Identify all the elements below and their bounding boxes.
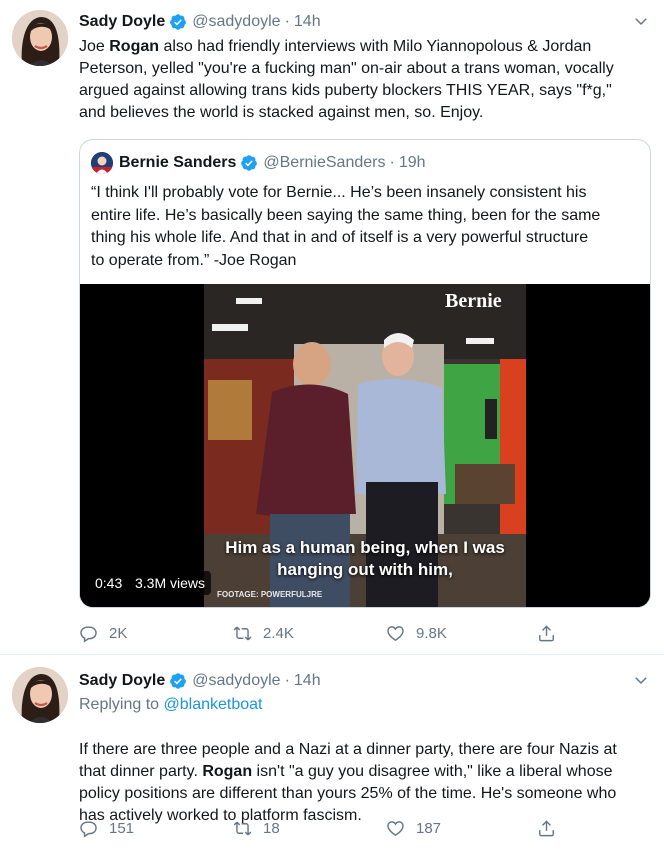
share-button[interactable]	[537, 819, 567, 838]
username[interactable]: @BernieSanders	[263, 154, 385, 172]
tweet[interactable]: Sady Doyle @sadydoyle · 14h Joe Rogan al…	[0, 0, 664, 655]
retweet-icon	[233, 624, 252, 643]
username[interactable]: @sadydoyle	[192, 672, 280, 690]
like-icon	[386, 624, 405, 643]
quoted-tweet-text: “I think I'll probably vote for Bernie..…	[91, 184, 601, 269]
chevron-down-icon[interactable]	[632, 671, 650, 689]
reply-icon	[79, 819, 98, 838]
like-button[interactable]: 187	[386, 819, 441, 838]
share-icon	[537, 624, 556, 643]
tweet-header: Sady Doyle @sadydoyle · 14h	[79, 11, 321, 33]
separator-dot: ·	[389, 154, 395, 171]
video-player[interactable]: Bernie Him as a human being, when I was …	[80, 284, 650, 607]
retweet-button[interactable]: 18	[233, 819, 280, 838]
retweet-button[interactable]: 2.4K	[233, 624, 294, 643]
verified-badge-icon	[169, 672, 187, 690]
tweet-text: Joe Rogan also had friendly interviews w…	[79, 38, 614, 121]
video-duration-badge: 0:43	[89, 571, 129, 595]
tweet-actions: 151 18 187	[79, 819, 559, 839]
quoted-tweet-header: Bernie Sanders @BernieSanders · 19h	[91, 152, 426, 174]
display-name[interactable]: Sady Doyle	[79, 672, 165, 690]
tweet-header: Sady Doyle @sadydoyle · 14h	[79, 670, 321, 692]
like-button[interactable]: 9.8K	[386, 624, 447, 643]
avatar[interactable]	[12, 667, 68, 723]
verified-badge-icon	[240, 154, 258, 172]
reply-button[interactable]: 151	[79, 819, 134, 838]
chevron-down-icon[interactable]	[632, 12, 650, 30]
avatar[interactable]	[91, 152, 113, 174]
footage-credit: FOOTAGE: POWERFULJRE	[217, 590, 323, 599]
highlighted-term: Rogan	[202, 763, 253, 780]
replying-to: Replying to @blanketboat	[79, 696, 263, 713]
mention-link[interactable]: @blanketboat	[164, 696, 263, 713]
verified-badge-icon	[169, 13, 187, 31]
timestamp[interactable]: 14h	[294, 672, 321, 690]
display-name[interactable]: Bernie Sanders	[119, 154, 236, 172]
share-icon	[537, 819, 556, 838]
avatar[interactable]	[12, 10, 68, 66]
video-caption-line: hanging out with him,	[277, 560, 453, 579]
reply-icon	[79, 624, 98, 643]
display-name[interactable]: Sady Doyle	[79, 13, 165, 31]
like-count: 187	[416, 820, 442, 837]
reply-button[interactable]: 2K	[79, 624, 127, 643]
retweet-count: 2.4K	[263, 625, 294, 642]
username[interactable]: @sadydoyle	[192, 13, 280, 31]
retweet-count: 18	[263, 820, 280, 837]
separator-dot: ·	[284, 13, 290, 30]
like-count: 9.8K	[416, 625, 447, 642]
reply-count: 151	[109, 820, 135, 837]
video-caption-line: Him as a human being, when I was	[225, 538, 505, 557]
separator-dot: ·	[284, 672, 290, 689]
share-button[interactable]	[537, 624, 567, 643]
tweet[interactable]: Sady Doyle @sadydoyle · 14h Replying to …	[0, 655, 664, 851]
highlighted-term: Rogan	[109, 38, 160, 55]
tweet-actions: 2K 2.4K 9.8K	[79, 624, 559, 644]
quoted-tweet[interactable]: Bernie Sanders @BernieSanders · 19h “I t…	[79, 139, 651, 608]
retweet-icon	[233, 819, 252, 838]
tweet-text: If there are three people and a Nazi at …	[79, 741, 617, 824]
timestamp[interactable]: 14h	[294, 13, 321, 31]
reply-count: 2K	[109, 625, 128, 642]
timestamp[interactable]: 19h	[399, 154, 426, 172]
bernie-logo: Bernie	[445, 290, 502, 312]
like-icon	[386, 819, 405, 838]
video-views-badge: 3.3M views	[129, 571, 212, 595]
